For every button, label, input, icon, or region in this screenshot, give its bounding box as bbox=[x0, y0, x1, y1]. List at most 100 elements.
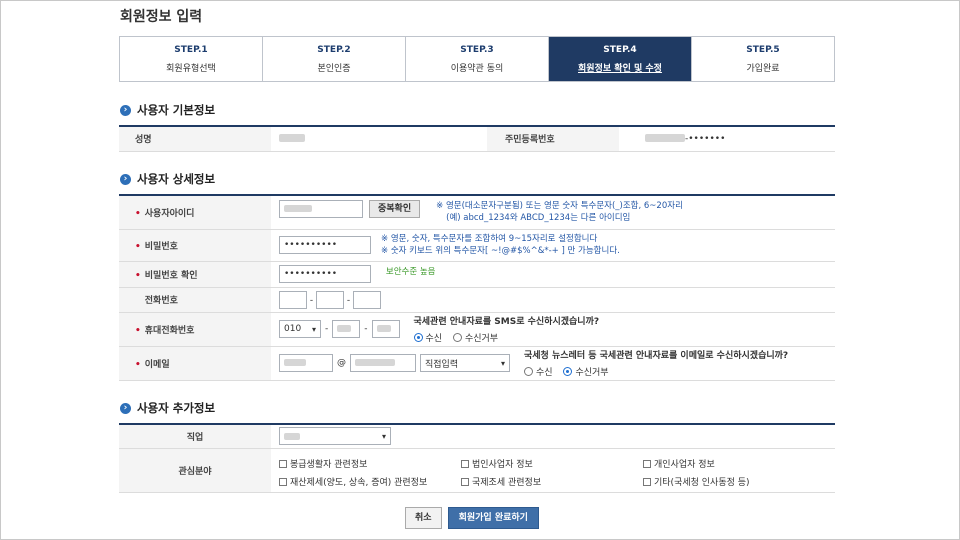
email-label: 이메일 bbox=[144, 359, 170, 370]
page-title: 회원정보 입력 bbox=[120, 9, 203, 25]
extra-info-heading: › 사용자 추가정보 bbox=[120, 400, 215, 416]
phone-value-cell: - - bbox=[271, 287, 835, 313]
interest-checkbox-property[interactable]: 재산제세(양도, 상속, 증여) 관련정보 bbox=[279, 475, 427, 488]
rrn-mask: -••••••• bbox=[685, 133, 726, 144]
radio-label: 수신 bbox=[425, 333, 443, 344]
extra-info-table: 직업 ▾ 관심분야 봉급생활자 관련정보 법인사업자 정보 개인사업자 정보 재… bbox=[119, 423, 835, 493]
name-value bbox=[271, 126, 487, 152]
password-strength: 보안수준 높음 bbox=[385, 267, 436, 277]
id-value-cell: 중복확인 ※ 영문(대소문자구분됨) 또는 영문 숫자 특수문자(_)조합, 6… bbox=[271, 195, 835, 230]
step-5: STEP.5 가입완료 bbox=[692, 37, 834, 81]
dash: - bbox=[364, 324, 368, 334]
pw-confirm-label-cell: • 비밀번호 확인 bbox=[119, 261, 271, 288]
blurred-rrn bbox=[645, 134, 685, 143]
step-name: 이용약관 동의 bbox=[450, 63, 504, 74]
id-label-cell: • 사용자아이디 bbox=[119, 195, 271, 230]
name-label: 성명 bbox=[119, 126, 271, 152]
phone-label-cell: •전화번호 bbox=[119, 287, 271, 313]
at-sign: @ bbox=[337, 358, 346, 368]
section-title: 사용자 추가정보 bbox=[137, 401, 216, 415]
email-local-input[interactable] bbox=[279, 354, 333, 372]
sms-refuse-radio[interactable]: 수신거부 bbox=[452, 331, 498, 344]
chevron-down-icon: ▾ bbox=[311, 324, 316, 334]
password-confirm-input[interactable]: •••••••••• bbox=[279, 265, 371, 283]
required-mark: • bbox=[135, 208, 141, 219]
email-receive-radio[interactable]: 수신 bbox=[524, 365, 553, 378]
radio-on-icon bbox=[563, 366, 573, 376]
required-mark: • bbox=[135, 359, 141, 370]
blurred-email-domain bbox=[355, 359, 395, 366]
job-value-cell: ▾ bbox=[271, 424, 835, 449]
phone-part-3-input[interactable] bbox=[353, 290, 381, 309]
step-number: STEP.5 bbox=[746, 44, 780, 55]
pw-special-note: ※ 숫자 키보드 위의 특수문자[ ~!@#$%^&*-+ ] 만 가능합니다. bbox=[381, 246, 620, 256]
email-question: 국세청 뉴스레터 등 국세관련 안내자료를 이메일로 수신하시겠습니까? bbox=[524, 350, 789, 361]
mobile-label: 휴대전화번호 bbox=[144, 325, 195, 336]
id-label: 사용자아이디 bbox=[144, 208, 195, 219]
password-input[interactable]: •••••••••• bbox=[279, 236, 371, 254]
interest-checkbox-international[interactable]: 국제조세 관련정보 bbox=[461, 475, 541, 488]
job-select[interactable]: ▾ bbox=[279, 427, 391, 446]
section-title: 사용자 기본정보 bbox=[137, 103, 216, 117]
radio-off-icon bbox=[524, 366, 533, 376]
step-number: STEP.3 bbox=[460, 44, 494, 55]
section-bullet-icon: › bbox=[120, 402, 131, 414]
mobile-prefix-select[interactable]: 010 ▾ bbox=[279, 320, 321, 338]
interest-checkbox-other[interactable]: 기타(국세청 인사동정 등) bbox=[643, 475, 750, 488]
checkbox-icon bbox=[643, 478, 651, 486]
step-number: STEP.2 bbox=[317, 44, 351, 55]
blurred-name bbox=[279, 134, 305, 143]
id-example-note: (예) abcd_1234와 ABCD_1234는 다른 아이디임 bbox=[446, 213, 631, 224]
checkbox-icon bbox=[461, 478, 469, 486]
email-refuse-radio[interactable]: 수신거부 bbox=[563, 365, 609, 378]
checkbox-icon bbox=[279, 460, 287, 468]
step-2: STEP.2 본인인증 bbox=[263, 37, 406, 81]
chevron-down-icon: ▾ bbox=[381, 431, 386, 441]
blurred-mobile-middle bbox=[337, 325, 352, 332]
checkbox-label: 개인사업자 정보 bbox=[654, 459, 715, 470]
duplicate-check-button[interactable]: 중복확인 bbox=[369, 200, 421, 219]
checkbox-label: 봉급생활자 관련정보 bbox=[290, 459, 368, 470]
checkbox-label: 법인사업자 정보 bbox=[472, 459, 533, 470]
email-value-cell: @ 직접입력 ▾ 국세청 뉴스레터 등 국세관련 안내자료를 이메일로 수신하시겠… bbox=[271, 346, 835, 381]
radio-label: 수신 bbox=[536, 367, 553, 378]
detail-info-heading: › 사용자 상세정보 bbox=[120, 171, 215, 187]
id-rule-note: ※ 영문(대소문자구분됨) 또는 영문 숫자 특수문자(_)조합, 6~20자리 bbox=[436, 201, 683, 212]
blurred-job bbox=[284, 432, 300, 440]
interest-checkbox-individual[interactable]: 개인사업자 정보 bbox=[643, 457, 715, 470]
pw-label: 비밀번호 bbox=[144, 241, 178, 252]
step-number: STEP.4 bbox=[603, 44, 637, 55]
email-domain-input[interactable] bbox=[350, 354, 416, 372]
cancel-button[interactable]: 취소 bbox=[405, 507, 442, 529]
dash: - bbox=[325, 324, 329, 334]
form-actions: 취소 회원가입 완료하기 bbox=[405, 507, 539, 529]
step-name: 회원유형선택 bbox=[166, 63, 216, 74]
step-name: 가입완료 bbox=[746, 63, 780, 74]
step-4-current: STEP.4 회원정보 확인 및 수정 bbox=[549, 37, 692, 81]
checkbox-icon bbox=[643, 460, 651, 468]
phone-part-2-input[interactable] bbox=[316, 290, 344, 309]
required-mark: • bbox=[135, 325, 141, 336]
radio-label: 수신거부 bbox=[575, 367, 609, 378]
pw-value-cell: •••••••••• ※ 영문, 숫자, 특수문자를 조합하여 9~15자리로 … bbox=[271, 229, 835, 262]
mobile-middle-input[interactable] bbox=[332, 320, 361, 338]
job-label: 직업 bbox=[119, 424, 271, 449]
interest-checkbox-corporate[interactable]: 법인사업자 정보 bbox=[461, 457, 533, 470]
email-label-cell: • 이메일 bbox=[119, 346, 271, 381]
email-domain-select[interactable]: 직접입력 ▾ bbox=[420, 354, 510, 372]
phone-label: 전화번호 bbox=[144, 296, 178, 306]
checkbox-icon bbox=[279, 478, 287, 486]
sms-receive-radio[interactable]: 수신 bbox=[413, 331, 443, 344]
interest-checkbox-salaried[interactable]: 봉급생활자 관련정보 bbox=[279, 457, 367, 470]
blurred-email-local bbox=[284, 359, 306, 366]
section-bullet-icon: › bbox=[120, 173, 131, 185]
submit-button[interactable]: 회원가입 완료하기 bbox=[447, 507, 539, 529]
checkbox-icon bbox=[461, 460, 469, 468]
blurred-user-id bbox=[284, 205, 312, 213]
mobile-last-input[interactable] bbox=[371, 320, 400, 338]
phone-part-1-input[interactable] bbox=[279, 290, 307, 309]
checkbox-label: 기타(국세청 인사동정 등) bbox=[654, 477, 750, 488]
mobile-value-cell: 010 ▾ - - 국세관련 안내자료를 SMS로 수신하시겠습니까? 수신 수신… bbox=[271, 312, 835, 347]
pw-confirm-label: 비밀번호 확인 bbox=[144, 270, 198, 281]
user-id-input[interactable] bbox=[279, 200, 363, 219]
